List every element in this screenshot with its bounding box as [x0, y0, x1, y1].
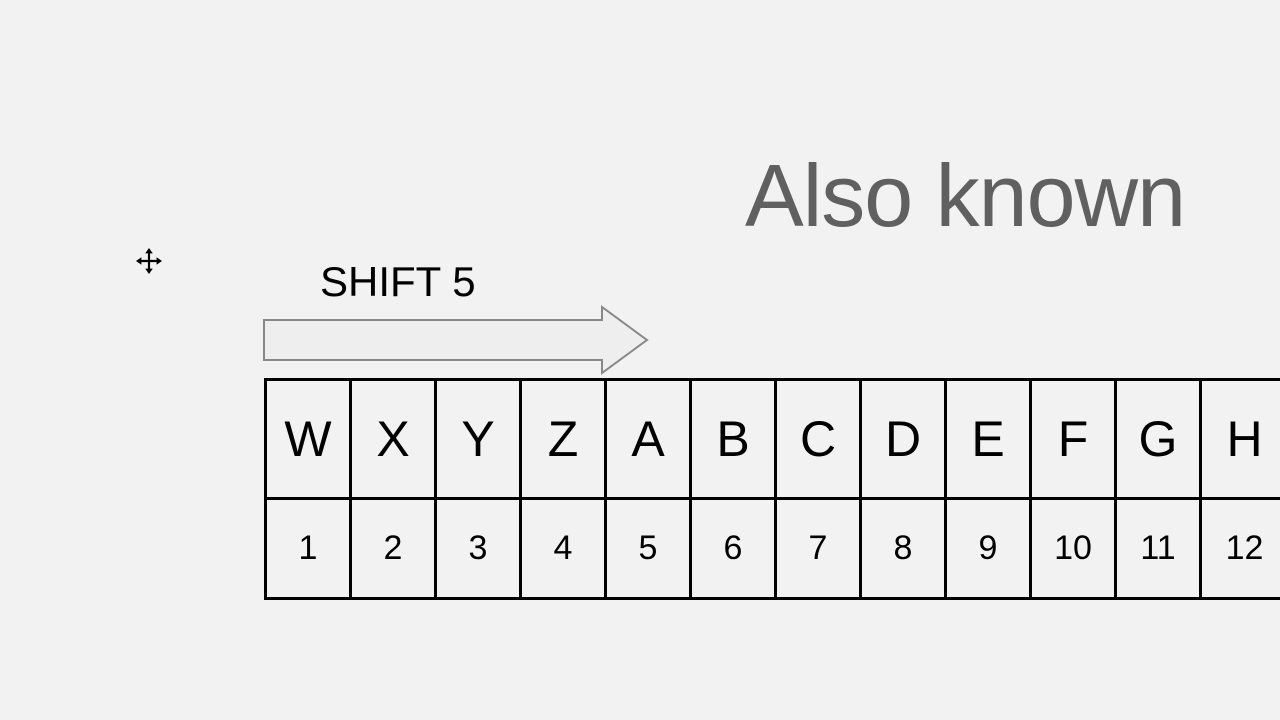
- number-cell: 4: [522, 500, 607, 597]
- letter-cell: B: [692, 381, 777, 497]
- move-cursor-icon: [136, 248, 162, 274]
- cipher-table: W X Y Z A B C D E F G H 1 2 3 4 5 6 7 8 …: [264, 378, 1280, 600]
- shift-arrow-icon: [262, 305, 652, 375]
- letter-cell: E: [947, 381, 1032, 497]
- number-cell: 7: [777, 500, 862, 597]
- number-cell: 10: [1032, 500, 1117, 597]
- number-cell: 8: [862, 500, 947, 597]
- number-cell: 11: [1117, 500, 1202, 597]
- letter-cell: Z: [522, 381, 607, 497]
- letter-cell: H: [1202, 381, 1280, 497]
- letter-cell: X: [352, 381, 437, 497]
- number-cell: 5: [607, 500, 692, 597]
- number-cell: 9: [947, 500, 1032, 597]
- letters-row: W X Y Z A B C D E F G H: [267, 381, 1280, 497]
- number-cell: 1: [267, 500, 352, 597]
- number-cell: 3: [437, 500, 522, 597]
- shift-label: SHIFT 5: [320, 258, 476, 306]
- numbers-row: 1 2 3 4 5 6 7 8 9 10 11 12: [267, 497, 1280, 597]
- heading-text: Also known: [745, 145, 1185, 247]
- letter-cell: Y: [437, 381, 522, 497]
- letter-cell: F: [1032, 381, 1117, 497]
- letter-cell: C: [777, 381, 862, 497]
- letter-cell: W: [267, 381, 352, 497]
- letter-cell: D: [862, 381, 947, 497]
- number-cell: 2: [352, 500, 437, 597]
- letter-cell: G: [1117, 381, 1202, 497]
- number-cell: 12: [1202, 500, 1280, 597]
- letter-cell: A: [607, 381, 692, 497]
- number-cell: 6: [692, 500, 777, 597]
